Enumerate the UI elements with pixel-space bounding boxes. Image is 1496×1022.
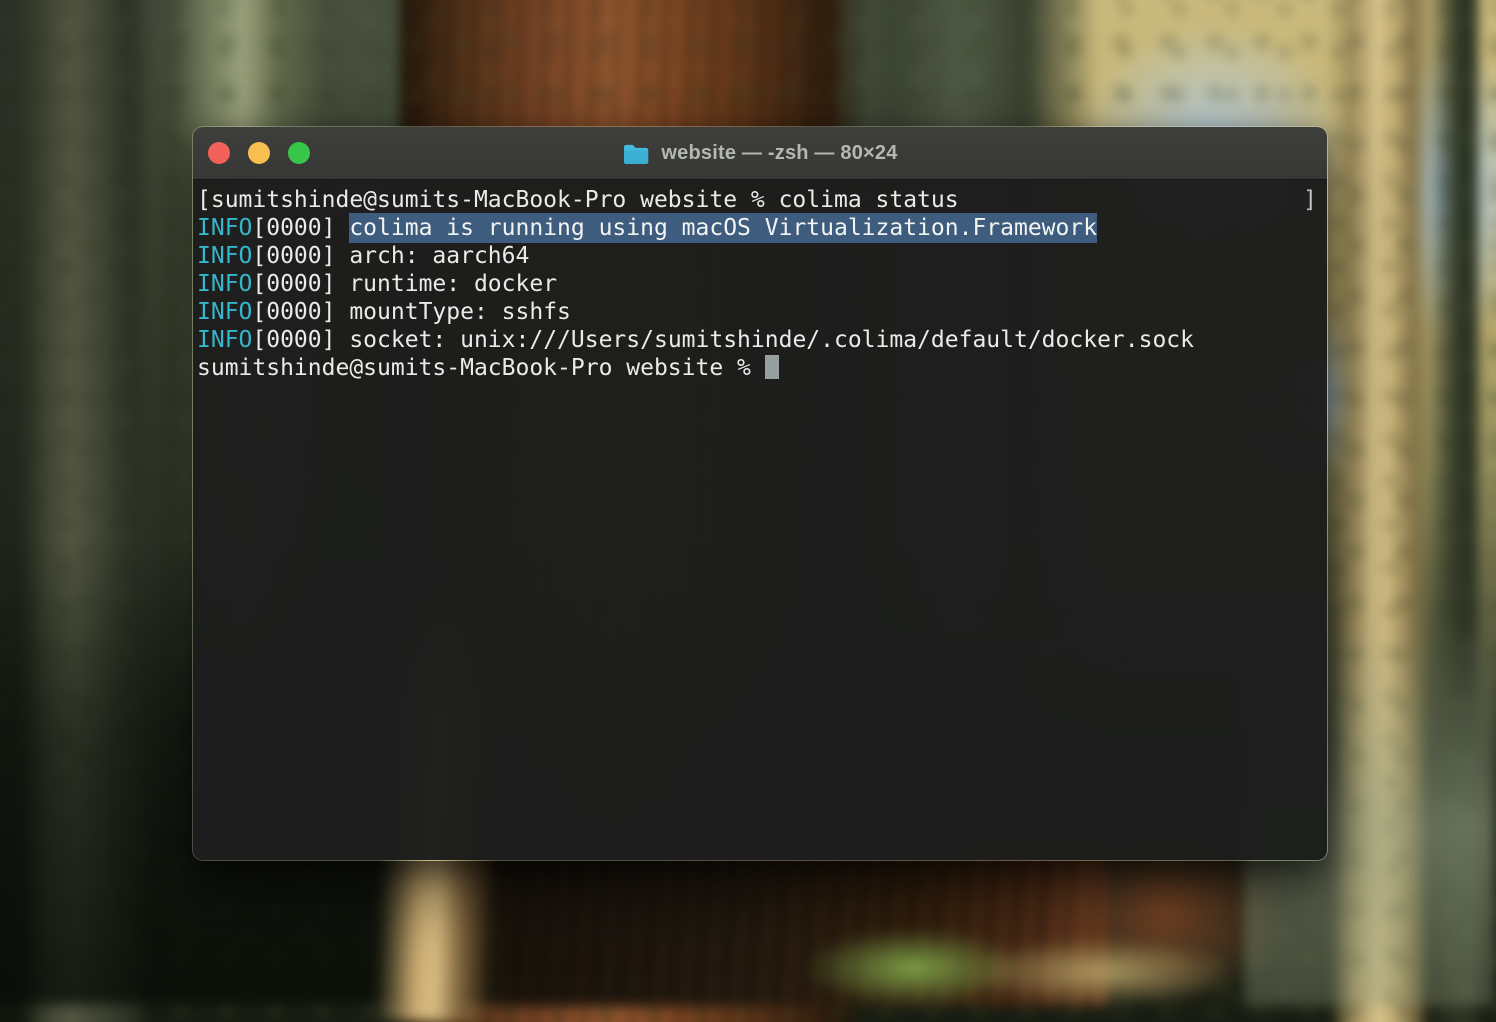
terminal-line: sumitshinde@sumits-MacBook-Pro website % xyxy=(197,354,1323,382)
folder-icon xyxy=(622,142,650,165)
minimize-button[interactable] xyxy=(248,142,270,164)
close-button[interactable] xyxy=(208,142,230,164)
terminal-text: arch: aarch64 xyxy=(349,243,529,269)
terminal-line: INFO[0000] colima is running using macOS… xyxy=(197,214,1323,242)
terminal-text: [0000] xyxy=(252,215,349,241)
terminal-output[interactable]: [sumitshinde@sumits-MacBook-Pro website … xyxy=(193,180,1327,860)
window-title-group: website — -zsh — 80×24 xyxy=(193,142,1327,165)
terminal-text: sumitshinde@sumits-MacBook-Pro website % xyxy=(197,355,765,381)
terminal-line: INFO[0000] socket: unix:///Users/sumitsh… xyxy=(197,326,1323,354)
log-level-info: INFO xyxy=(197,327,252,353)
terminal-line: INFO[0000] mountType: sshfs xyxy=(197,298,1323,326)
window-title: website — -zsh — 80×24 xyxy=(661,142,897,165)
wallpaper-grass xyxy=(967,937,1237,1007)
terminal-text: [0000] xyxy=(252,243,349,269)
terminal-line: INFO[0000] arch: aarch64 xyxy=(197,242,1323,270)
terminal-text: [0000] xyxy=(252,299,349,325)
traffic-light-buttons xyxy=(193,142,310,164)
log-level-info: INFO xyxy=(197,271,252,297)
terminal-text: [sumitshinde@sumits-MacBook-Pro website … xyxy=(197,187,959,213)
window-titlebar[interactable]: website — -zsh — 80×24 xyxy=(193,127,1327,180)
wallpaper-shadow xyxy=(0,0,192,1022)
terminal-line: [sumitshinde@sumits-MacBook-Pro website … xyxy=(197,186,1323,214)
log-level-info: INFO xyxy=(197,299,252,325)
terminal-text: [0000] xyxy=(252,271,349,297)
desktop: website — -zsh — 80×24 [sumitshinde@sumi… xyxy=(0,0,1496,1022)
terminal-text: [0000] xyxy=(252,327,349,353)
terminal-cursor xyxy=(765,355,779,379)
line-end-bracket: ] xyxy=(1303,186,1317,214)
selected-log-text: colima is running using macOS Virtualiza… xyxy=(349,215,1097,241)
terminal-line: INFO[0000] runtime: docker xyxy=(197,270,1323,298)
fullscreen-button[interactable] xyxy=(288,142,310,164)
log-level-info: INFO xyxy=(197,243,252,269)
log-level-info: INFO xyxy=(197,215,252,241)
terminal-text: mountType: sshfs xyxy=(349,299,571,325)
terminal-window: website — -zsh — 80×24 [sumitshinde@sumi… xyxy=(192,126,1328,861)
terminal-text: runtime: docker xyxy=(349,271,557,297)
terminal-text: socket: unix:///Users/sumitshinde/.colim… xyxy=(349,327,1194,353)
